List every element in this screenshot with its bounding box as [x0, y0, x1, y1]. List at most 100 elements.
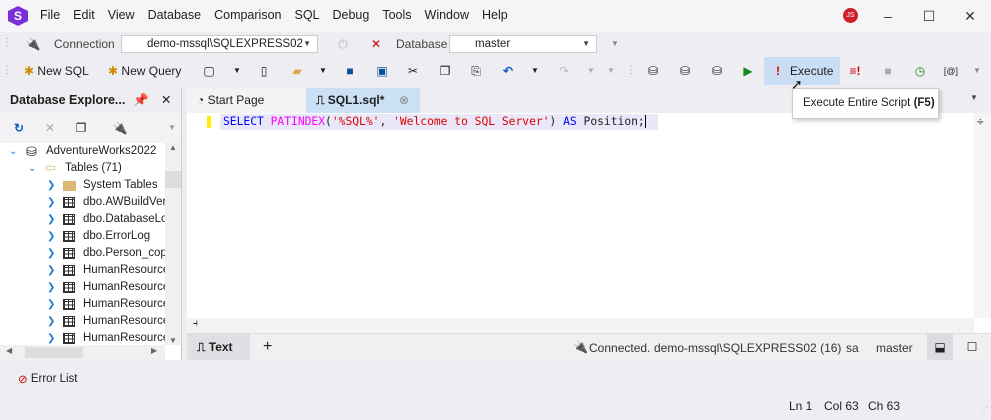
menu-edit[interactable]: Edit — [73, 8, 95, 22]
close-tab-icon[interactable]: ⊗ — [399, 88, 409, 113]
scroll-down-icon[interactable]: ▼ — [165, 336, 181, 345]
chevron-right-icon[interactable]: ❯ — [47, 194, 55, 211]
chevron-right-icon[interactable]: ❯ — [47, 211, 55, 228]
new-connection-icon[interactable]: 🔌 — [24, 35, 42, 53]
scroll-right-icon[interactable]: ▶ — [151, 346, 157, 355]
menu-tools[interactable]: Tools — [382, 8, 411, 22]
database-check-icon[interactable]: ⛁ — [708, 62, 726, 80]
chevron-right-icon[interactable]: ❯ — [47, 245, 55, 262]
toggle-results-pane-icon[interactable]: ⬓ — [927, 334, 953, 360]
error-list-bar: ⊘ Error List — [0, 362, 991, 390]
chevron-right-icon[interactable]: ❯ — [47, 296, 55, 313]
text-tab[interactable]: ⎍ Text — [187, 334, 250, 360]
maximize-editor-icon[interactable]: ☐ — [959, 334, 985, 360]
menu-file[interactable]: File — [40, 8, 60, 22]
menu-window[interactable]: Window — [425, 8, 469, 22]
editor-horizontal-scrollbar[interactable]: ⫞ — [187, 318, 974, 333]
chevron-right-icon[interactable]: ❯ — [47, 228, 55, 245]
run-icon[interactable]: ▶ — [739, 62, 757, 80]
tab-list-dropdown-icon[interactable]: ▼ — [970, 93, 978, 102]
menu-debug[interactable]: Debug — [333, 8, 370, 22]
tooltip-shortcut: (F5) — [913, 97, 935, 109]
new-file-icon[interactable]: ▯ — [255, 62, 273, 80]
code-token: AS — [563, 115, 577, 128]
chevron-down-icon[interactable]: ▼ — [163, 119, 181, 137]
save-all-icon[interactable]: ▣ — [373, 62, 391, 80]
menu-database[interactable]: Database — [148, 8, 202, 22]
toolbar-grip[interactable]: ⋮ — [2, 37, 12, 48]
copy-icon[interactable]: ❐ — [436, 62, 454, 80]
database-select[interactable]: master ▼ — [449, 35, 597, 53]
split-icon[interactable]: ÷ — [977, 115, 984, 129]
resize-grip-icon[interactable]: ⋰ — [980, 406, 988, 415]
new-query-button[interactable]: ✱ New Query — [108, 64, 181, 78]
chevron-right-icon[interactable]: ❯ — [47, 262, 55, 279]
toolbar-overflow-icon[interactable]: ▼ — [606, 35, 624, 53]
editor-vertical-scrollbar[interactable]: ÷ — [974, 113, 991, 318]
user-avatar[interactable]: JS — [843, 8, 858, 23]
parameters-icon[interactable]: [@] — [942, 62, 960, 80]
add-tab-button[interactable]: + — [263, 338, 272, 356]
toolbar-overflow-icon[interactable]: ▼ — [602, 62, 620, 80]
database-icon: ⛁ — [26, 144, 37, 159]
database-refresh-icon[interactable]: ⛁ — [676, 62, 694, 80]
collapse-icon[interactable]: ❐ — [72, 119, 90, 137]
paste-icon[interactable]: ⎘ — [467, 62, 485, 80]
scrollbar-thumb[interactable] — [165, 171, 181, 188]
horizontal-scrollbar[interactable]: ◀ ▶ — [0, 345, 165, 360]
toolbar-overflow-icon[interactable]: ▼ — [968, 62, 986, 80]
scroll-up-icon[interactable]: ▲ — [165, 143, 181, 152]
scrollbar-thumb[interactable] — [25, 347, 83, 358]
maximize-icon[interactable]: ☐ — [919, 6, 939, 26]
table-icon — [63, 333, 75, 344]
toolbar-grip[interactable]: ⋮ — [626, 65, 636, 76]
split-horizontal-icon[interactable]: ⫞ — [193, 318, 198, 329]
folder-icon — [63, 181, 76, 191]
close-icon[interactable]: ✕ — [960, 6, 980, 26]
error-list-tab[interactable]: ⊘ Error List — [18, 372, 78, 386]
open-folder-icon[interactable]: ▰ — [288, 62, 306, 80]
chevron-right-icon[interactable]: ❯ — [47, 177, 55, 194]
code-token: '%SQL%' — [331, 115, 380, 128]
chevron-right-icon[interactable]: ❯ — [47, 313, 55, 330]
pin-icon[interactable]: 📌 — [133, 88, 149, 113]
new-sql-button[interactable]: ✱ New SQL — [24, 64, 89, 78]
connection-status: Connected. — [589, 341, 651, 355]
modified-line-marker — [207, 116, 211, 128]
chevron-down-icon[interactable]: ▼ — [526, 62, 544, 80]
new-query-icon: ✱ — [108, 64, 119, 78]
tab-sql1[interactable]: ⎍ SQL1.sql* ⊗ — [306, 88, 420, 113]
vertical-scrollbar[interactable]: ▲ ▼ — [165, 143, 181, 345]
new-connection-icon[interactable]: 🔌 — [111, 119, 129, 137]
close-panel-icon[interactable]: ✕ — [161, 88, 171, 113]
cut-icon[interactable]: ✂ — [404, 62, 422, 80]
code-line[interactable]: SELECT PATINDEX('%SQL%', 'Welcome to SQL… — [220, 114, 658, 130]
menu-sql[interactable]: SQL — [294, 8, 319, 22]
execute-current-icon[interactable]: ≡! — [846, 62, 864, 80]
text-document-icon: ⎍ — [197, 340, 206, 354]
history-icon[interactable]: ◷ — [911, 62, 929, 80]
status-bar: Ln 1 Col 63 Ch 63 ⋰ — [0, 390, 991, 420]
chevron-right-icon[interactable]: ❯ — [47, 279, 55, 296]
new-document-icon[interactable]: ▢ — [200, 62, 218, 80]
tab-start-page[interactable]: ◔ Start Page — [187, 88, 305, 113]
code-token: 'Welcome to SQL Server' — [393, 115, 550, 128]
database-edit-icon[interactable]: ⛁ — [644, 62, 662, 80]
menu-comparison[interactable]: Comparison — [214, 8, 281, 22]
toolbar-grip[interactable]: ⋮ — [2, 65, 12, 76]
refresh-icon[interactable]: ↻ — [10, 119, 28, 137]
menu-help[interactable]: Help — [482, 8, 508, 22]
chevron-down-icon[interactable]: ▼ — [314, 62, 332, 80]
chevron-down-icon[interactable]: ⌄ — [9, 143, 17, 160]
chevron-down-icon[interactable]: ⌄ — [28, 160, 36, 177]
minimize-icon[interactable]: – — [878, 6, 898, 26]
chevron-down-icon[interactable]: ▼ — [228, 62, 246, 80]
save-icon[interactable]: ■ — [341, 62, 359, 80]
undo-icon[interactable]: ↶ — [499, 62, 517, 80]
close-connection-icon[interactable]: ✕ — [367, 35, 385, 53]
chevron-right-icon[interactable]: ❯ — [47, 330, 55, 345]
tab-label: SQL1.sql* — [327, 93, 385, 107]
scroll-left-icon[interactable]: ◀ — [6, 346, 12, 355]
menu-view[interactable]: View — [108, 8, 135, 22]
connection-select[interactable]: demo-mssql\SQLEXPRESS02 ▼ — [121, 35, 318, 53]
